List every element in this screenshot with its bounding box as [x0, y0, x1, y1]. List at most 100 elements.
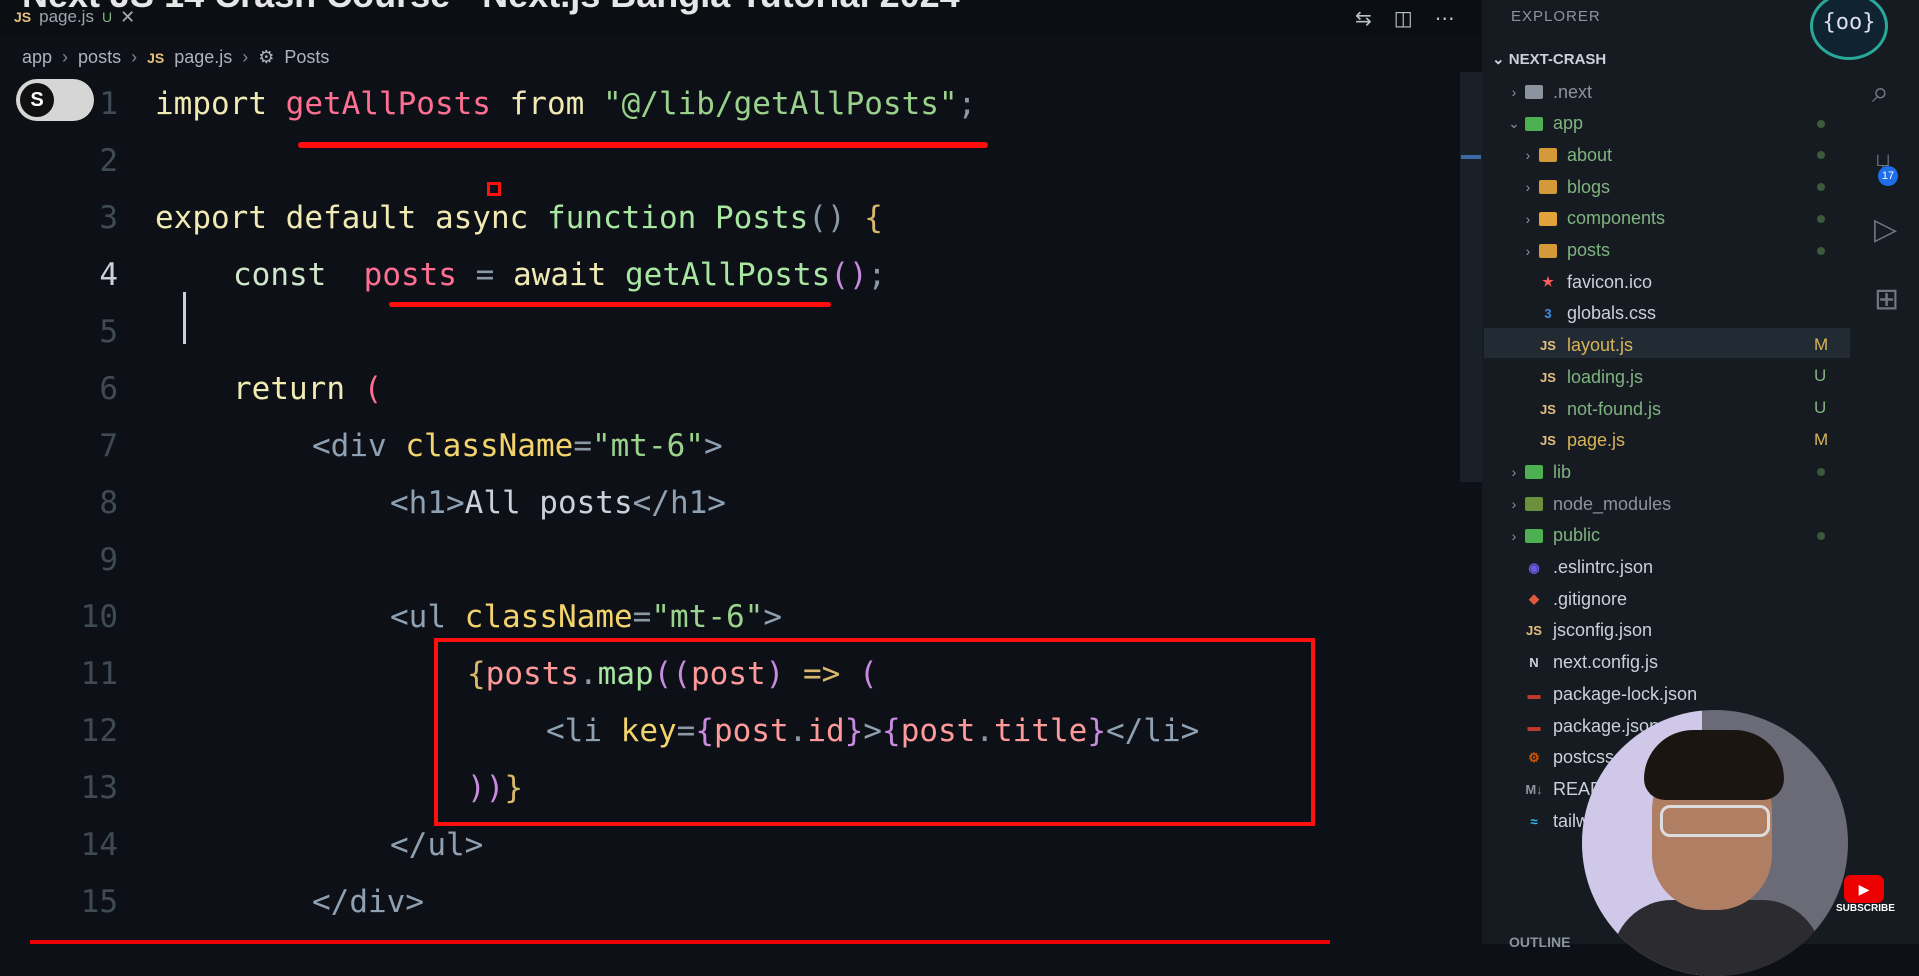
- line-number: 14: [80, 827, 118, 863]
- line-number: 8: [99, 485, 118, 521]
- breadcrumb-posts[interactable]: posts: [78, 47, 121, 68]
- code-text: import getAllPosts from "@/lib/getAllPos…: [155, 76, 976, 133]
- code-text: const posts = await getAllPosts();: [233, 247, 886, 304]
- function-call: getAllPosts: [625, 257, 831, 293]
- identifier: getAllPosts: [285, 86, 491, 122]
- extensions-icon[interactable]: ⊞: [1874, 282, 1899, 317]
- line-number: 13: [80, 770, 118, 806]
- annotation-box: [434, 638, 1315, 826]
- editor-tab[interactable]: JS page.js U ✕: [14, 6, 135, 28]
- tree-item[interactable]: › public: [1505, 521, 1600, 551]
- screen-toggle[interactable]: S: [16, 79, 94, 121]
- video-title: Next JS 14 Crash Course - Next.js Bangla…: [22, 0, 960, 16]
- file-icon: ▬: [1527, 686, 1541, 702]
- git-change-dot: [1817, 119, 1825, 128]
- split-editor-icon[interactable]: ◫: [1394, 6, 1413, 30]
- file-icon: ≈: [1530, 813, 1538, 829]
- tree-item[interactable]: › components: [1519, 204, 1665, 234]
- keyword: await: [513, 257, 607, 293]
- tree-item[interactable]: › about: [1519, 140, 1612, 170]
- punctuation: {: [864, 200, 883, 236]
- tab-close-icon[interactable]: ✕: [120, 7, 135, 28]
- tree-item[interactable]: › posts: [1519, 236, 1610, 266]
- tree-item-label: public: [1553, 525, 1601, 546]
- code-text: <div className="mt-6">: [312, 418, 723, 475]
- tree-item[interactable]: › blogs: [1519, 172, 1610, 202]
- identifier: posts: [363, 257, 457, 293]
- line-number: 7: [99, 428, 118, 464]
- keyword: default: [285, 200, 417, 236]
- tab-filename: page.js: [39, 7, 94, 26]
- tree-item-label: lib: [1553, 461, 1572, 482]
- tree-item[interactable]: › node_modules: [1505, 489, 1671, 519]
- editor-actions: ⇆ ◫ ⋯: [1355, 6, 1480, 30]
- project-folder[interactable]: ⌄ NEXT-CRASH: [1492, 50, 1606, 68]
- tree-item[interactable]: JS jsconfig.json: [1505, 616, 1652, 646]
- folder-icon: [1537, 242, 1559, 260]
- chevron-right-icon: ›: [62, 47, 69, 67]
- code-line: 15 </div>: [0, 874, 1440, 931]
- file-icon: JS: [1526, 623, 1542, 639]
- tree-item-label: posts: [1567, 240, 1611, 260]
- file-icon: ▬: [1527, 718, 1541, 734]
- file-icon: M↓: [1525, 781, 1543, 797]
- tree-item[interactable]: › lib: [1505, 457, 1571, 487]
- keyword: async: [434, 200, 529, 236]
- tree-item[interactable]: › .next: [1505, 77, 1592, 107]
- tree-item[interactable]: JS loading.js: [1519, 362, 1643, 392]
- breadcrumb-app[interactable]: app: [22, 47, 52, 68]
- tree-item[interactable]: ◉ .eslintrc.json: [1505, 553, 1653, 583]
- breadcrumb-symbol[interactable]: Posts: [284, 47, 329, 68]
- run-debug-icon[interactable]: ▷: [1874, 212, 1897, 247]
- chevron-down-icon: ⌄: [1508, 115, 1520, 132]
- folder-shape: [1525, 116, 1543, 131]
- tree-item[interactable]: Nnext.config.js: [1505, 648, 1658, 678]
- punctuation: ;: [867, 257, 887, 293]
- folder-shape: [1539, 180, 1557, 195]
- function-name: Posts: [714, 200, 809, 236]
- folder-icon: [1523, 463, 1545, 481]
- keyword: function: [546, 200, 697, 236]
- outline-section[interactable]: OUTLINE: [1509, 934, 1570, 950]
- more-actions-icon[interactable]: ⋯: [1435, 6, 1455, 30]
- annotation-underline: [298, 142, 988, 148]
- tree-item[interactable]: JS not-found.js: [1519, 394, 1661, 424]
- subscribe-button[interactable]: ▶ SUBSCRIBE: [1836, 875, 1895, 925]
- keyword: return: [233, 371, 345, 407]
- string: "mt-6": [651, 599, 764, 635]
- breadcrumb-file[interactable]: page.js: [174, 47, 232, 68]
- folder-icon: [1523, 115, 1545, 133]
- folder-shape: [1539, 148, 1557, 163]
- search-icon[interactable]: ⌕: [1872, 75, 1889, 110]
- code-line: 9: [0, 532, 1440, 589]
- compare-changes-icon[interactable]: ⇆: [1355, 6, 1372, 30]
- operator: =: [573, 428, 592, 464]
- tree-item[interactable]: ★ favicon.ico: [1519, 267, 1652, 297]
- js-file-icon: JS: [147, 49, 165, 66]
- jsx-attribute: className: [405, 428, 574, 464]
- tree-item[interactable]: ⌄ app: [1505, 109, 1583, 139]
- keyword: const: [233, 257, 327, 293]
- jsx-tag: <div: [312, 428, 387, 464]
- tree-item[interactable]: 3 globals.css: [1519, 299, 1656, 329]
- keyword: import: [155, 86, 267, 122]
- git-change-dot: [1817, 246, 1825, 255]
- scrollbar-cursor-marker: [1461, 155, 1481, 159]
- folder-shape: [1539, 211, 1557, 226]
- folder-icon: [1537, 146, 1559, 164]
- code-line: 3 export default async function Posts() …: [0, 190, 1440, 247]
- line-number: 2: [99, 143, 118, 179]
- line-number: 11: [80, 656, 118, 692]
- tree-item-label: page.js: [1567, 430, 1626, 451]
- editor-scrollbar[interactable]: [1460, 72, 1482, 482]
- video-progress-bar[interactable]: [30, 940, 1330, 944]
- tree-item[interactable]: ▬ package-lock.json: [1505, 679, 1698, 709]
- tree-item[interactable]: JS page.js: [1519, 426, 1625, 456]
- file-icon: JS: [1540, 338, 1556, 354]
- file-icon: ◉: [1528, 559, 1540, 575]
- punctuation: (: [363, 371, 383, 407]
- tree-item[interactable]: JS layout.js: [1519, 331, 1633, 361]
- tree-item[interactable]: ◆ .gitignore: [1505, 584, 1627, 614]
- git-status-badge: M: [1814, 334, 1829, 354]
- folder-icon: [1537, 210, 1559, 228]
